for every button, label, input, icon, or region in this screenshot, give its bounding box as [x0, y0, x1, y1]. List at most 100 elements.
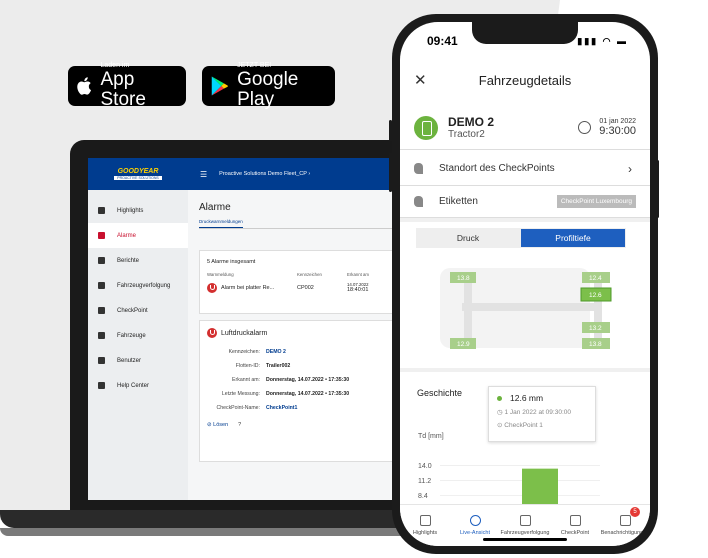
notch [472, 22, 578, 44]
nav-label: Benachrichtigungen [600, 530, 650, 536]
series-dot-icon [497, 395, 502, 401]
checkpoint-location-label: Standort des CheckPoints [439, 163, 555, 174]
nav-label: Highlights [412, 530, 438, 536]
sidebar-item-help-center[interactable]: Help Center [88, 373, 188, 398]
phone-frame: 09:41 ▮▮▮ ◠ ▬ ✕ Fahrzeugdetails DEMO 2 T… [392, 14, 658, 554]
sidebar-item-label: CheckPoint [117, 307, 148, 314]
sidebar-item-label: Benutzer [117, 357, 142, 364]
sidebar-item-benutzer[interactable]: Benutzer [88, 348, 188, 373]
alarm-list-card: 5 Alarme insgesamt Warnmeldung Kennzeich… [199, 250, 412, 314]
col-erkannt[interactable]: Erkannt am [347, 272, 375, 277]
tire-rr1-value: 13.2 [589, 325, 602, 332]
vehicle-header: DEMO 2 Tractor2 01 jan 2022 9:30:00 [400, 106, 650, 150]
sidebar: GOODYEAR PROACTIVE SOLUTIONS Highlights … [88, 158, 188, 500]
tab-druckwarnmeldungen[interactable]: Druckwarnmeldungen [199, 219, 243, 228]
tooltip-value-row: 12.6 mm [497, 393, 587, 403]
toggle-druck[interactable]: Druck [416, 228, 520, 248]
alarm-icon [207, 282, 217, 293]
vehicle-date: 01 jan 2022 [599, 118, 636, 125]
nav-benachrichtigungen[interactable]: Benachrichtigungen 5 [600, 505, 650, 546]
sidebar-item-fahrzeuge[interactable]: Fahrzeuge [88, 323, 188, 348]
tooltip-value: 12.6 mm [510, 393, 544, 403]
col-warnmeldung[interactable]: Warnmeldung [207, 272, 297, 277]
tooltip-date-row: ◷ 1 Jan 2022 at 09:30:00 [497, 408, 587, 416]
pin-icon [98, 282, 105, 289]
alarm-icon [207, 328, 217, 338]
close-icon[interactable]: ✕ [414, 71, 427, 89]
brand-logo[interactable]: GOODYEAR PROACTIVE SOLUTIONS [88, 158, 188, 190]
menu-icon[interactable]: ☰ [200, 170, 207, 179]
fleet-selector[interactable]: Proactive Solutions Demo Fleet_CP › [219, 171, 310, 177]
resolve-button[interactable]: ⊘ Lösen [207, 422, 228, 428]
detail-field: Letzte Messung: Donnerstag, 14.07.2022 • … [200, 387, 411, 401]
google-play-icon [211, 76, 228, 96]
field-value: Trailer002 [266, 363, 291, 369]
vehicle-name: DEMO 2 [448, 115, 495, 129]
detail-field: Kennzeichen: DEMO 2 [200, 345, 411, 359]
tooltip-date: 1 Jan 2022 at 09:30:00 [504, 409, 571, 416]
label-badge: CheckPoint Luxembourg [556, 195, 636, 208]
pin-icon: ⊙ [497, 422, 503, 429]
notification-badge: 5 [630, 507, 640, 517]
help-icon[interactable]: ? [238, 422, 241, 428]
y-tick-label: 11.2 [418, 478, 431, 485]
alarm-detail-card: Luftdruckalarm Kennzeichen: DEMO 2 Flotte… [199, 320, 412, 462]
main-content: Alarme Druckwarnmeldungen 5 Alarme insge… [188, 190, 412, 500]
y-tick-label: 14.0 [418, 463, 432, 470]
sidebar-item-checkpoint[interactable]: CheckPoint [88, 298, 188, 323]
grid-icon [98, 207, 105, 214]
field-value: Donnerstag, 14.07.2022 • 17:35:30 [266, 391, 350, 397]
alarm-datetime: 14.07.2022 18:40:01 [347, 282, 369, 293]
nav-label: CheckPoint [560, 530, 590, 536]
field-label: Erkannt am: [232, 377, 260, 383]
alarm-list-header: Warnmeldung Kennzeichen Erkannt am [200, 269, 411, 280]
detail-title-row: Luftdruckalarm [200, 321, 411, 345]
checkpoint-location-row[interactable]: Standort des CheckPoints › [400, 152, 650, 186]
laptop-base [0, 510, 445, 528]
divider [400, 218, 650, 222]
top-bar: ☰ Proactive Solutions Demo Fleet_CP › [188, 158, 412, 190]
tooltip-place: CheckPoint 1 [504, 422, 543, 429]
alarm-row[interactable]: Alarm bei platter Re... CP002 14.07.2022… [200, 280, 411, 295]
sidebar-item-highlights[interactable]: Highlights [88, 198, 188, 223]
detail-field: CheckPoint-Name: CheckPoint1 [200, 401, 411, 415]
toggle-profiltiefe[interactable]: Profiltiefe [521, 229, 625, 247]
col-kennzeichen[interactable]: Kennzeichen [297, 272, 347, 277]
y-tick-label: 8.4 [418, 493, 428, 500]
nav-label: Fahrzeugverfolgung [500, 530, 550, 536]
help-icon [98, 382, 105, 389]
truck-icon [98, 332, 105, 339]
nav-highlights[interactable]: Highlights [400, 505, 450, 546]
bell-icon [98, 232, 105, 239]
clock-icon: ◷ [497, 409, 503, 416]
field-value[interactable]: CheckPoint1 [266, 405, 297, 411]
phone-screen: 09:41 ▮▮▮ ◠ ▬ ✕ Fahrzeugdetails DEMO 2 T… [400, 22, 650, 546]
field-value[interactable]: DEMO 2 [266, 349, 286, 355]
tooltip-place-row: ⊙ CheckPoint 1 [497, 421, 587, 429]
field-label: Letzte Messung: [221, 391, 260, 397]
laptop-frame: GOODYEAR PROACTIVE SOLUTIONS Highlights … [70, 140, 430, 518]
tire-fl-value: 13.8 [457, 275, 470, 282]
nav-label: Live-Ansicht [460, 530, 490, 536]
google-play-badge[interactable]: JETZT BEI Google Play [202, 62, 335, 110]
sidebar-item-berichte[interactable]: Berichte [88, 248, 188, 273]
labels-row[interactable]: Etiketten CheckPoint Luxembourg [400, 186, 650, 218]
app-store-badge[interactable]: Laden im App Store [68, 62, 186, 110]
grid-icon [419, 515, 431, 526]
brand-logo-text: GOODYEAR [117, 168, 159, 175]
home-indicator[interactable] [483, 538, 567, 541]
alarm-time: 18:40:01 [347, 287, 369, 293]
tire-rr2-value: 13.8 [589, 341, 602, 348]
tag-icon [414, 196, 423, 207]
labels-label: Etiketten [439, 196, 478, 207]
users-icon [98, 357, 105, 364]
pin-icon [519, 515, 531, 526]
field-label: CheckPoint-Name: [216, 405, 260, 411]
sidebar-item-label: Highlights [117, 207, 144, 214]
axle-diagram: 13.8 12.9 12.4 12.6 13.2 13.8 [440, 268, 612, 349]
sidebar-item-fahrzeugverfolgung[interactable]: Fahrzeugverfolgung [88, 273, 188, 298]
alarm-plate: CP002 [297, 284, 314, 291]
report-icon [98, 257, 105, 264]
sidebar-item-alarme[interactable]: Alarme [88, 223, 188, 248]
tab-bar: Druckwarnmeldungen [199, 219, 412, 229]
